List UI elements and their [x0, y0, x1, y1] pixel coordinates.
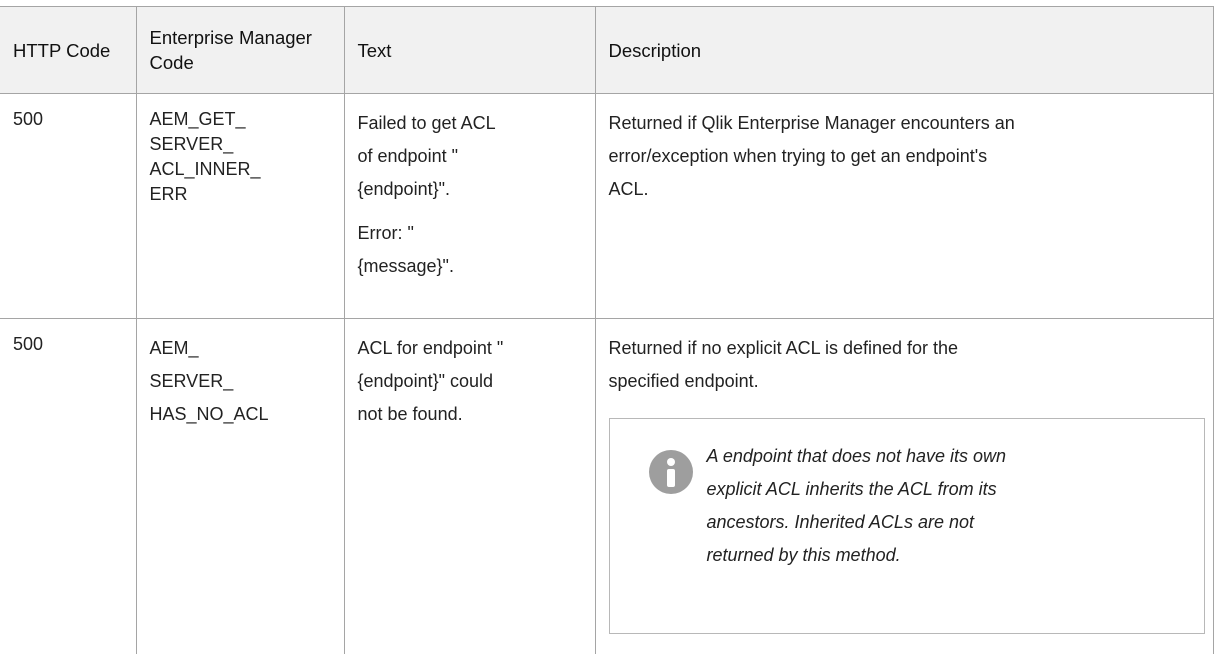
text-line: {endpoint}".: [357, 179, 450, 199]
text-line: {message}".: [357, 256, 454, 276]
cell-em-code: AEM_GET_ SERVER_ ACL_INNER_ ERR: [135, 93, 345, 319]
document-page: HTTP Code Enterprise Manager Code Text D…: [0, 0, 1214, 654]
header-text: Text: [343, 6, 596, 94]
http-code-value: 500: [13, 109, 44, 129]
text-line: of endpoint ": [357, 146, 458, 166]
description-line: specified endpoint.: [608, 371, 759, 391]
header-description: Description: [594, 6, 1214, 94]
header-description-label: Description: [608, 39, 702, 61]
cell-text: ACL for endpoint " {endpoint}" could not…: [343, 318, 596, 654]
em-code-line: ACL_INNER_: [149, 159, 261, 179]
header-em-code-label: Enterprise Manager Code: [149, 27, 312, 73]
em-code-line: ERR: [149, 184, 188, 204]
description-line: Returned if no explicit ACL is defined f…: [608, 338, 959, 358]
note-text: A endpoint that does not have its own ex…: [707, 440, 1147, 572]
header-text-label: Text: [357, 39, 392, 61]
em-code-line: HAS_NO_ACL: [149, 404, 269, 424]
note-line: A endpoint that does not have its own: [706, 446, 1007, 466]
description-line: ACL.: [608, 179, 649, 199]
info-icon-glyph: [666, 458, 675, 487]
header-row: HTTP Code Enterprise Manager Code Text D…: [0, 6, 1214, 94]
text-line: Failed to get ACL: [357, 113, 496, 133]
cell-text: Failed to get ACL of endpoint " {endpoin…: [343, 93, 596, 319]
em-code-line: AEM_GET_: [149, 109, 246, 129]
text-line: Error: ": [357, 223, 414, 243]
info-icon: [648, 450, 693, 494]
table-row: 500 AEM_ SERVER_ HAS_NO_ACL ACL for endp…: [0, 318, 1214, 654]
cell-description: Returned if Qlik Enterprise Manager enco…: [594, 93, 1214, 319]
error-codes-table: HTTP Code Enterprise Manager Code Text D…: [0, 6, 1214, 654]
text-line: {endpoint}" could: [357, 371, 494, 391]
header-http-code: HTTP Code: [0, 6, 137, 94]
note-line: ancestors. Inherited ACLs are not: [706, 512, 974, 532]
table-header: HTTP Code Enterprise Manager Code Text D…: [0, 6, 1214, 94]
note-callout: A endpoint that does not have its own ex…: [608, 418, 1205, 634]
http-code-value: 500: [13, 334, 44, 354]
text-line: not be found.: [357, 404, 463, 424]
cell-description: Returned if no explicit ACL is defined f…: [594, 318, 1214, 654]
description-line: Returned if Qlik Enterprise Manager enco…: [608, 113, 1015, 133]
note-line: returned by this method.: [706, 545, 901, 565]
description-line: error/exception when trying to get an en…: [608, 146, 988, 166]
text-line: ACL for endpoint ": [357, 338, 504, 358]
em-code-line: SERVER_: [149, 134, 234, 154]
em-code-line: AEM_: [149, 338, 199, 358]
cell-http-code: 500: [0, 318, 137, 654]
text-paragraph: Failed to get ACL of endpoint " {endpoin…: [358, 107, 585, 206]
cell-http-code: 500: [0, 93, 137, 319]
text-paragraph: Error: " {message}".: [358, 217, 585, 283]
cell-em-code: AEM_ SERVER_ HAS_NO_ACL: [135, 318, 345, 654]
header-em-code: Enterprise Manager Code: [135, 6, 345, 94]
note-line: explicit ACL inherits the ACL from its: [706, 479, 997, 499]
header-http-code-label: HTTP Code: [13, 39, 111, 61]
em-code-line: SERVER_: [149, 371, 234, 391]
table-row: 500 AEM_GET_ SERVER_ ACL_INNER_ ERR Fail…: [0, 93, 1214, 319]
